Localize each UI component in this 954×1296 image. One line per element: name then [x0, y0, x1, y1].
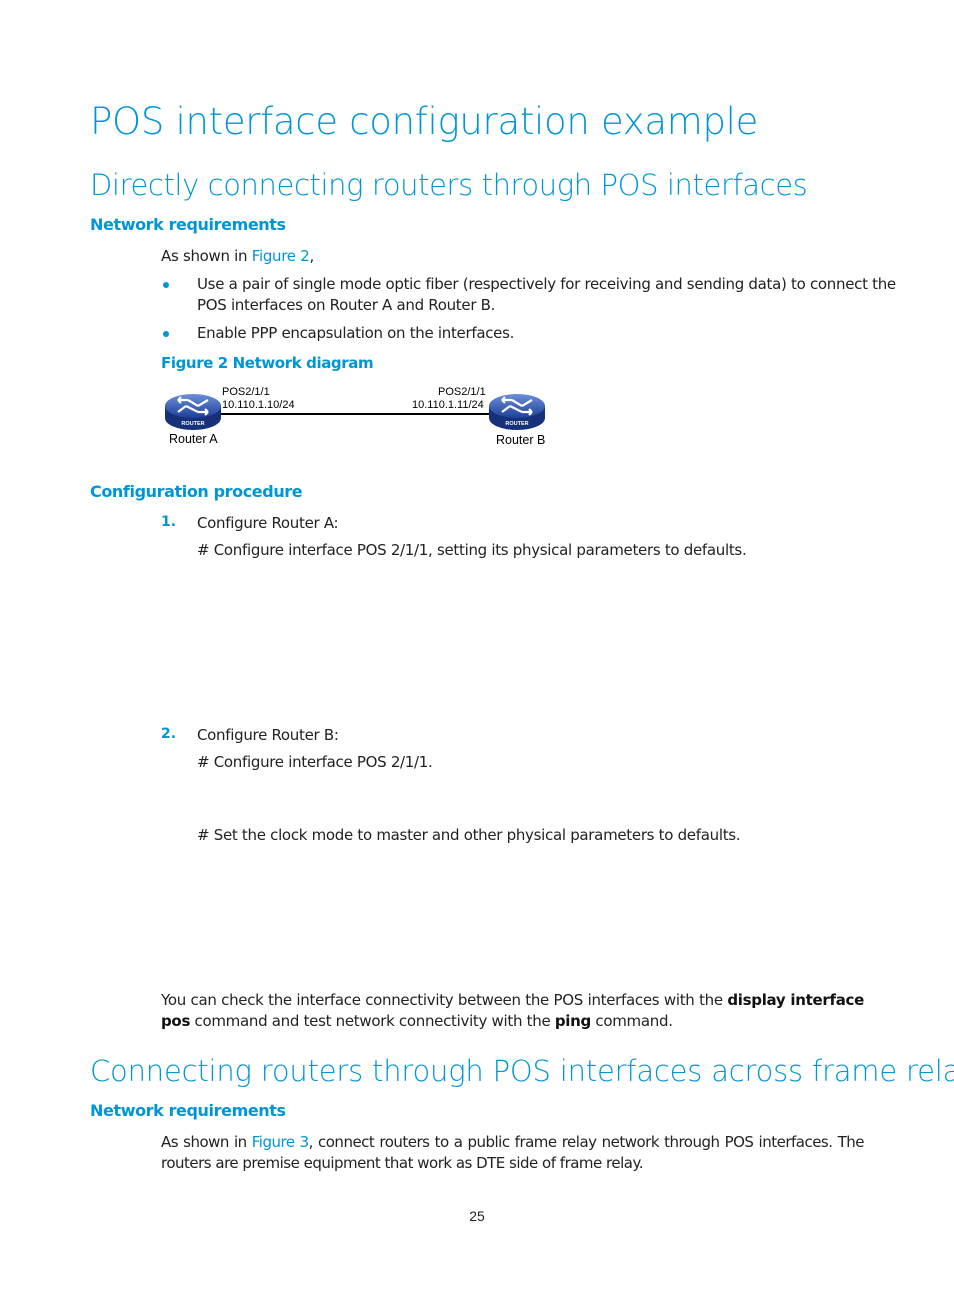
intro-paragraph: As shown in Figure 2, [161, 246, 314, 267]
figure-3-link[interactable]: Figure 3 [252, 1133, 309, 1151]
router-b-interface: POS2/1/1 [438, 386, 486, 398]
step-title: Configure Router A: [197, 514, 339, 532]
section-heading-direct: Directly connecting routers through POS … [90, 168, 808, 202]
router-a-icon: ROUTER [165, 394, 221, 430]
router-b-label: Router B [496, 433, 546, 447]
command-ping: ping [554, 1012, 591, 1030]
figure-caption: Figure 2 Network diagram [161, 354, 374, 372]
intro-suffix: , [309, 247, 314, 265]
bullet-icon [163, 282, 169, 288]
router-a-badge: ROUTER [181, 421, 204, 427]
section-heading-frame-relay: Connecting routers through POS interface… [90, 1054, 954, 1088]
verification-paragraph: You can check the interface connectivity… [161, 990, 864, 1032]
step-title: Configure Router B: [197, 726, 339, 744]
step-number: 1. [161, 514, 177, 530]
subheading-configuration-procedure: Configuration procedure [90, 482, 303, 501]
fiber-link-line [220, 413, 492, 415]
router-a-ip: 10.110.1.10/24 [222, 399, 295, 411]
verify-text: command and test network connectivity wi… [190, 1012, 555, 1030]
step-note: # Configure interface POS 2/1/1. [197, 753, 433, 771]
page-title: POS interface configuration example [90, 100, 759, 143]
bullet-text-line: POS interfaces on Router A and Router B. [197, 296, 496, 314]
bullet-item: Enable PPP encapsulation on the interfac… [197, 323, 514, 344]
intro-paragraph-2: As shown in Figure 3, connect routers to… [161, 1132, 864, 1174]
step-number: 2. [161, 726, 177, 742]
router-a-interface: POS2/1/1 [222, 386, 270, 398]
router-b-icon: ROUTER [489, 394, 545, 430]
verify-text: You can check the interface connectivity… [161, 991, 728, 1009]
intro-text: As shown in [161, 247, 252, 265]
step-note: # Configure interface POS 2/1/1, setting… [197, 541, 747, 559]
intro-text: As shown in [161, 1133, 252, 1151]
figure-2-link[interactable]: Figure 2 [252, 247, 310, 265]
subheading-network-requirements-2: Network requirements [90, 1101, 286, 1120]
subheading-network-requirements: Network requirements [90, 215, 286, 234]
bullet-icon [163, 331, 169, 337]
router-b-badge: ROUTER [505, 421, 528, 427]
bullet-text-line: Enable PPP encapsulation on the interfac… [197, 324, 515, 342]
router-a-label: Router A [169, 432, 218, 446]
network-diagram: ROUTER ROUTER POS2/1/1 10.110.1.10/24 PO… [160, 384, 560, 454]
bullet-text-line: Use a pair of single mode optic fiber (r… [197, 275, 896, 293]
router-b-ip: 10.110.1.11/24 [412, 399, 484, 411]
bullet-item: Use a pair of single mode optic fiber (r… [197, 274, 896, 316]
page-number: 25 [469, 1208, 485, 1224]
step-note: # Set the clock mode to master and other… [197, 826, 741, 844]
verify-text: command. [590, 1012, 673, 1030]
